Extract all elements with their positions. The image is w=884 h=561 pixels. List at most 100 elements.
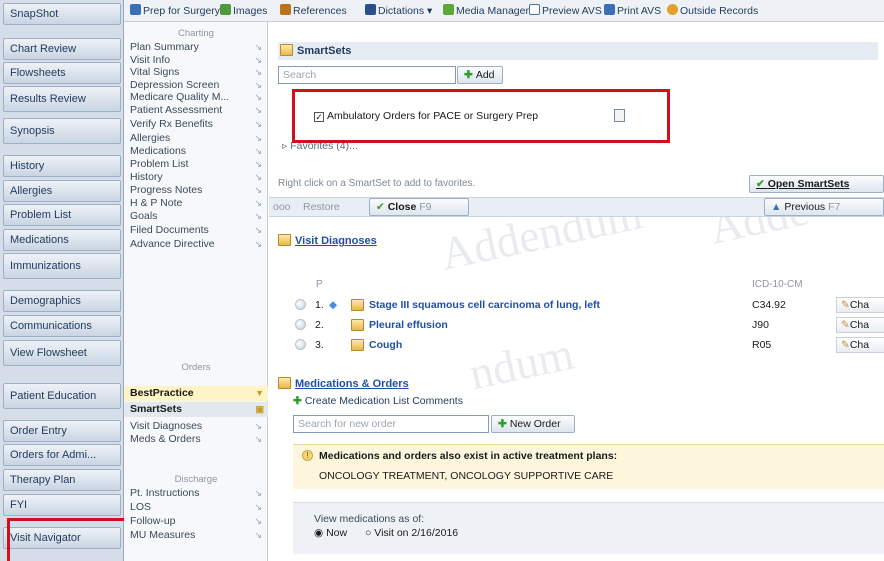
arrow-icon: ↘ [254,67,262,77]
radio-selected-icon: ◉ [314,527,327,539]
toolbar-references[interactable]: References [280,4,347,18]
treatment-plans[interactable]: ONCOLOGY TREATMENT, ONCOLOGY SUPPORTIVE … [319,470,613,482]
menu-bestpractice[interactable]: BestPractice ▼ [124,386,268,401]
diagnosis-row[interactable]: 1. ◆ Stage III squamous cell carcinoma o… [269,296,884,314]
create-med-comments-link[interactable]: ✚ Create Medication List Comments [293,395,463,407]
diagnosis-name[interactable]: Stage III squamous cell carcinoma of lun… [369,296,600,314]
diagnosis-name[interactable]: Cough [369,336,402,354]
meds-orders-header[interactable]: Medications & Orders [278,377,409,390]
diagnosis-row[interactable]: 2. Pleural effusion J90 ✎Cha [269,316,884,334]
menu-medicare-quality[interactable]: Medicare Quality M... ↘ [130,91,266,103]
previous-button[interactable]: ▲ Previous F7 [764,198,884,216]
preview-icon [529,4,540,15]
arrow-icon: ↘ [254,502,262,512]
close-button[interactable]: ✔ Close F9 [369,198,469,216]
nav-allergies[interactable]: Allergies [3,180,121,202]
radio-now[interactable]: ◉ Now [314,527,347,539]
activity-tabs: SnapShot Chart Review Flowsheets Results… [0,0,124,561]
menu-filed-documents[interactable]: Filed Documents ↘ [130,224,266,236]
nav-chart-review[interactable]: Chart Review [3,38,121,60]
menu-vital-signs[interactable]: Vital Signs ↘ [130,66,266,78]
radio-visit[interactable]: ○ Visit on 2/16/2016 [365,527,458,539]
menu-plan-summary[interactable]: Plan Summary ↘ [130,41,266,53]
orders-header: Orders [181,362,211,373]
toolbar-dictations[interactable]: Dictations ▾ [365,4,432,18]
arrow-icon: ↘ [254,185,262,195]
menu-visit-diagnoses[interactable]: Visit Diagnoses ↘ [130,420,266,432]
diagnosis-row[interactable]: 3. Cough R05 ✎Cha [269,336,884,354]
arrow-icon: ↘ [254,434,262,444]
nav-view-flowsheet[interactable]: View Flowsheet [3,340,121,366]
nav-synopsis[interactable]: Synopsis [3,118,121,144]
menu-medications[interactable]: Medications ↘ [130,145,266,157]
menu-problem-list[interactable]: Problem List ↘ [130,158,266,170]
smartset-search-input[interactable]: Search [278,66,456,84]
nav-immunizations[interactable]: Immunizations [3,253,121,279]
nav-snapshot[interactable]: SnapShot [3,3,121,25]
menu-progress-notes[interactable]: Progress Notes ↘ [130,184,266,196]
new-order-button[interactable]: ✚ New Order [491,415,575,433]
nav-order-entry[interactable]: Order Entry [3,420,121,442]
pencil-icon: ✎ [841,319,850,331]
toolbar-print-avs[interactable]: Print AVS [604,4,661,18]
nav-medications[interactable]: Medications [3,229,121,251]
menu-goals[interactable]: Goals ↘ [130,210,266,222]
nav-problem-list[interactable]: Problem List [3,204,121,226]
arrow-icon: ↘ [254,133,262,143]
change-button[interactable]: ✎Cha [836,317,884,333]
arrow-icon: ↘ [254,488,262,498]
nav-results-review[interactable]: Results Review [3,86,121,112]
nav-therapy-plan[interactable]: Therapy Plan [3,469,121,491]
charting-header: Charting [178,28,214,39]
printer-icon [604,4,615,15]
menu-depression-screen[interactable]: Depression Screen ↘ [130,79,266,91]
restore-button[interactable]: Restore [303,201,340,213]
visit-diagnoses-header[interactable]: Visit Diagnoses [278,234,377,247]
nav-history[interactable]: History [3,155,121,177]
menu-visit-info[interactable]: Visit Info ↘ [130,54,266,66]
open-smartsets-button[interactable]: ✔ Open SmartSets [749,175,884,193]
nav-orders-for-admission[interactable]: Orders for Admi... [3,444,121,466]
nav-demographics[interactable]: Demographics [3,290,121,312]
menu-hp-note[interactable]: H & P Note ↘ [130,197,266,209]
menu-advance-directive[interactable]: Advance Directive ↘ [130,238,266,250]
smartset-hint: Right click on a SmartSet to add to favo… [278,178,476,189]
outside-records-icon [667,4,678,15]
menu-los[interactable]: LOS ↘ [130,501,266,513]
smartset-highlight [292,89,670,143]
menu-verify-rx-benefits[interactable]: Verify Rx Benefits ↘ [130,118,266,130]
view-meds-as-of-panel: View medications as of: ◉ Now ○ Visit on… [293,502,884,554]
menu-history[interactable]: History ↘ [130,171,266,183]
expand-icon: ▹ [282,140,291,152]
diagnosis-icon [351,339,364,351]
toolbar-images[interactable]: Images [220,4,267,18]
menu-patient-assessment[interactable]: Patient Assessment ↘ [130,104,266,116]
nav-patient-education[interactable]: Patient Education [3,383,121,409]
nav-communications[interactable]: Communications [3,315,121,337]
diagnosis-code: R05 [752,339,772,351]
menu-follow-up[interactable]: Follow-up ↘ [130,515,266,527]
change-button[interactable]: ✎Cha [836,337,884,353]
plus-icon: ✚ [293,395,302,407]
arrow-icon: ↘ [254,92,262,102]
diagnosis-icon [278,234,291,246]
diagnosis-name[interactable]: Pleural effusion [369,316,448,334]
change-button[interactable]: ✎Cha [836,297,884,313]
arrow-icon: ↘ [254,516,262,526]
menu-mu-measures[interactable]: MU Measures ↘ [130,529,266,541]
toolbar-preview-avs[interactable]: Preview AVS [529,4,602,18]
arrow-icon: ↘ [254,530,262,540]
arrow-icon: ↘ [254,105,262,115]
toolbar-outside-records[interactable]: Outside Records [667,4,758,18]
menu-pt-instructions[interactable]: Pt. Instructions ↘ [130,487,266,499]
nav-flowsheets[interactable]: Flowsheets [3,62,121,84]
toolbar-media-manager[interactable]: Media Manager [443,4,529,18]
menu-smartsets[interactable]: SmartSets ▣ [124,402,268,417]
nav-fyi[interactable]: FYI [3,494,121,516]
menu-meds-orders[interactable]: Meds & Orders ↘ [130,433,266,445]
new-order-search-input[interactable]: Search for new order [293,415,489,433]
smartset-add-button[interactable]: ✚ Add [457,66,503,84]
toolbar-prep-for-surgery[interactable]: Prep for Surgery [130,4,220,18]
menu-allergies[interactable]: Allergies ↘ [130,132,266,144]
view-meds-label: View medications as of: [314,513,425,525]
